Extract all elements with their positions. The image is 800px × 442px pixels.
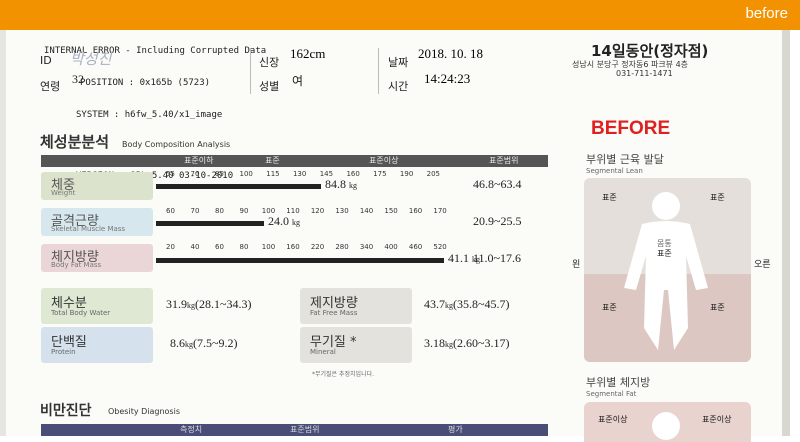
mineral-footnote: *무기질은 추정치입니다. [312, 371, 375, 378]
metric-mineral-value: 3.18kg(2.60~3.17) [424, 336, 510, 350]
lean-left-arm: 표준 [602, 193, 617, 202]
row-weight-label: 체중 Weight [41, 172, 153, 200]
segment-lean-title: 부위별 근육 발달 [586, 153, 664, 166]
metric-water-label: 체수분 Total Body Water [41, 288, 153, 324]
body-fat-bar [156, 258, 444, 263]
sex-value: 여 [292, 74, 304, 88]
row-skeletal-muscle-label: 골격근량 Skeletal Muscle Mass [41, 208, 153, 236]
id-label: ID [40, 54, 52, 67]
col-over: 표준이상 [369, 156, 399, 165]
weight-range: 46.8~63.4 [473, 177, 522, 191]
composition-title: 체성분분석 [40, 133, 110, 151]
metric-fat-free-label: 제지방량 Fat Free Mass [300, 288, 412, 324]
metric-fat-free-value: 43.7kg(35.8~45.7) [424, 297, 510, 311]
height-value: 162cm [290, 46, 326, 61]
body-fat-range: 11.0~17.6 [473, 251, 522, 265]
side-right-label: 오른 [754, 260, 771, 270]
weight-value: 84.8 kg [325, 177, 357, 191]
segment-fat-panel: 표준이상 표준이상 [584, 402, 751, 442]
lean-trunk: 표준 [657, 249, 672, 258]
segment-fat-title: 부위별 체지방 [586, 376, 651, 389]
lean-right-leg: 표준 [710, 303, 725, 312]
body-fat-scale: 20 40 60 80 100 160 220 280 340 400 460 … [166, 243, 447, 251]
composition-subtitle: Body Composition Analysis [122, 140, 231, 149]
obesity-title: 비만진단 [40, 403, 92, 419]
body-composition-report: INTERNAL ERROR - Including Corrupted Dat… [0, 30, 790, 442]
date-value: 2018. 10. 18 [418, 46, 483, 61]
date-label: 날짜 [388, 56, 409, 69]
skeletal-muscle-range: 20.9~25.5 [473, 214, 522, 228]
obesity-col-eval: 평가 [448, 425, 463, 434]
debug-system-line: SYSTEM : h6fw_5.40/x1_image [76, 110, 223, 120]
segment-fat-subtitle: Segmental Fat [586, 390, 637, 398]
weight-scale: 55 70 85 100 115 130 145 160 175 190 205 [166, 170, 441, 178]
fat-right-arm: 표준이상 [702, 415, 732, 424]
banner-label: before [745, 5, 788, 22]
id-handwritten: 박성진 [70, 50, 112, 68]
time-label: 시간 [388, 80, 409, 93]
metric-protein-value: 8.6kg(7.5~9.2) [170, 336, 238, 350]
col-range: 표준범위 [489, 156, 519, 165]
obesity-col-range: 표준범위 [290, 425, 320, 434]
metric-mineral-label: 무기질 * Mineral [300, 327, 412, 363]
body-silhouette-icon [624, 192, 708, 350]
clinic-name: 14일동안(정자점) [591, 42, 709, 60]
lean-left-leg: 표준 [602, 303, 617, 312]
weight-bar [156, 184, 321, 189]
age-label: 연령 [40, 80, 61, 93]
skeletal-muscle-scale: 60 70 80 90 100 110 120 130 140 150 160 … [166, 207, 447, 215]
lean-right-arm: 표준 [710, 193, 725, 202]
segment-lean-subtitle: Segmental Lean [586, 167, 643, 175]
top-banner: before [0, 0, 800, 30]
debug-position-line: POSITION : 0x165b (5723) [80, 78, 211, 88]
side-left-label: 왼 [572, 260, 581, 270]
row-body-fat-label: 체지방량 Body Fat Mass [41, 244, 153, 272]
metric-water-value: 31.9kg(28.1~34.3) [166, 297, 252, 311]
fat-left-arm: 표준이상 [598, 415, 628, 424]
skeletal-muscle-value: 24.0 kg [268, 214, 300, 228]
obesity-col-measured: 측정치 [180, 425, 203, 434]
col-standard: 표준 [265, 156, 280, 165]
obesity-subtitle: Obesity Diagnosis [108, 407, 180, 416]
col-under: 표준이하 [184, 156, 214, 165]
height-label: 신장 [259, 56, 280, 69]
age-value: 32 [72, 72, 84, 86]
segment-lean-panel: 표준 표준 몸통 표준 표준 표준 [584, 178, 751, 362]
composition-header-bar [41, 155, 548, 167]
metric-protein-label: 단백질 Protein [41, 327, 153, 363]
skeletal-muscle-bar [156, 221, 264, 226]
time-value: 14:24:23 [424, 71, 471, 86]
clinic-phone: 031-711-1471 [616, 69, 673, 78]
before-stamp: BEFORE [591, 118, 671, 139]
sex-label: 성별 [259, 80, 280, 93]
